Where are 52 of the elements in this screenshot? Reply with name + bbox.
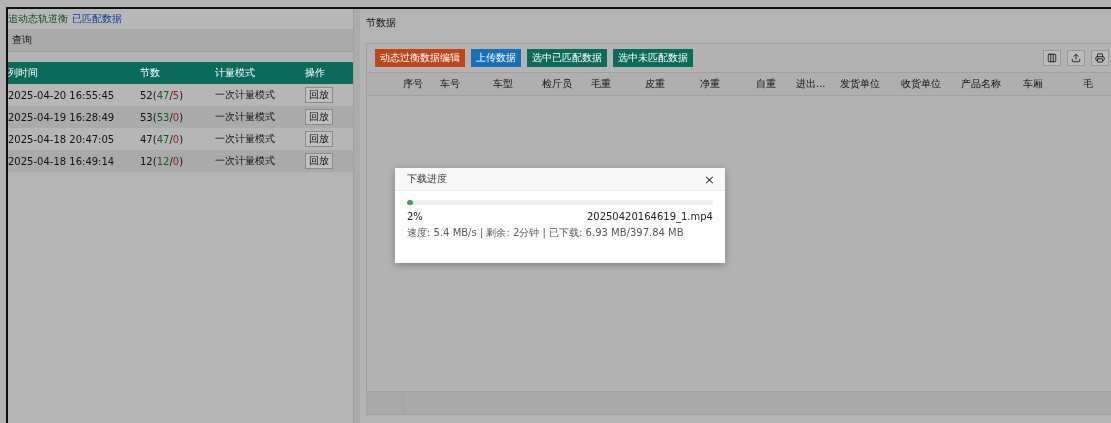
action-button[interactable]: 选中未匹配数据 bbox=[613, 49, 693, 67]
time-cell-text: 2025-04-18 16:49:14 bbox=[8, 155, 116, 167]
action-button[interactable]: 上传数据 bbox=[471, 49, 521, 67]
column-header: 列时间 bbox=[8, 66, 39, 80]
count-cell-text: 52(47/5) bbox=[140, 89, 185, 101]
column-header: 车厢 bbox=[1022, 77, 1044, 91]
column-header: 车号 bbox=[439, 77, 461, 91]
column-header: 皮重 bbox=[644, 77, 666, 91]
print-icon[interactable] bbox=[1091, 50, 1109, 66]
count-cell-text: 53(53/0) bbox=[140, 111, 185, 123]
column-header: 收货单位 bbox=[900, 77, 942, 91]
dialog-title: 下载进度 bbox=[407, 172, 447, 186]
column-header: 毛 bbox=[1082, 77, 1094, 91]
time-cell-text: 2025-04-19 16:28:49 bbox=[8, 111, 116, 123]
column-header: 产品名称 bbox=[960, 77, 1002, 91]
column-header: 净重 bbox=[699, 77, 721, 91]
mode-cell-text: 一次计量模式 bbox=[215, 132, 276, 146]
table-row[interactable]: 2025-04-19 16:28:49 53(53/0) 一次计量模式 回放 bbox=[8, 106, 353, 128]
column-header: 序号 bbox=[402, 77, 424, 91]
table-row[interactable]: 2025-04-18 16:49:14 12(12/0) 一次计量模式 回放 bbox=[8, 150, 353, 172]
action-button[interactable]: 动态过衡数据编辑 bbox=[375, 49, 465, 67]
mode-cell-text: 一次计量模式 bbox=[215, 154, 276, 168]
column-header: 节数 bbox=[140, 66, 161, 80]
count-cell-text: 47(47/0) bbox=[140, 133, 185, 145]
query-bar[interactable]: 查询 bbox=[8, 29, 353, 52]
mode-cell-text: 一次计量模式 bbox=[215, 88, 276, 102]
breadcrumb-title: 追动态轨道衡 bbox=[8, 12, 68, 26]
column-header: 自重 bbox=[755, 77, 777, 91]
playback-button[interactable]: 回放 bbox=[305, 109, 333, 125]
action-button[interactable]: 选中已匹配数据 bbox=[527, 49, 607, 67]
column-header: 进出... bbox=[795, 77, 827, 91]
time-cell-text: 2025-04-18 20:47:05 bbox=[8, 133, 116, 145]
download-details: 速度: 5.4 MB/s | 剩余: 2分钟 | 已下载: 6.93 MB/397.84 MB bbox=[407, 226, 685, 240]
column-header: 发货单位 bbox=[839, 77, 881, 91]
upload-icon[interactable] bbox=[1067, 50, 1085, 66]
playback-button[interactable]: 回放 bbox=[305, 153, 333, 169]
progress-percent: 2% bbox=[407, 211, 423, 222]
column-header: 计量模式 bbox=[215, 66, 256, 80]
playback-button[interactable]: 回放 bbox=[305, 87, 333, 103]
close-button[interactable]: × bbox=[704, 171, 715, 187]
panel-title: 节数据 bbox=[366, 16, 396, 30]
column-header: 检斤员 bbox=[541, 77, 573, 91]
column-header: 操作 bbox=[305, 66, 326, 80]
playback-button[interactable]: 回放 bbox=[305, 131, 333, 147]
column-header: 毛重 bbox=[590, 77, 612, 91]
column-header: 车型 bbox=[492, 77, 514, 91]
time-cell-text: 2025-04-20 16:55:45 bbox=[8, 89, 116, 101]
columns-icon[interactable] bbox=[1043, 50, 1061, 66]
breadcrumb-link[interactable]: 已匹配数据 bbox=[72, 12, 122, 26]
mode-cell-text: 一次计量模式 bbox=[215, 110, 276, 124]
file-name: 20250420164619_1.mp4 bbox=[586, 211, 713, 222]
count-cell-text: 12(12/0) bbox=[140, 155, 185, 167]
